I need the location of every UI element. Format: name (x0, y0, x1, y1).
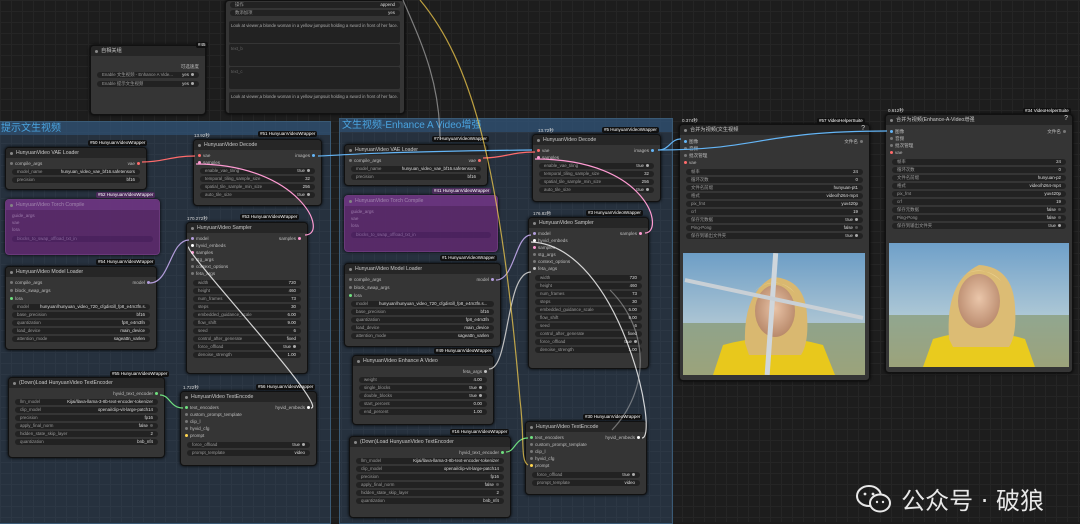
connection-wires (141, 0, 888, 466)
node-graph-canvas[interactable]: 提示文生视频 文生视频-Enhance A Video增强 自相关组 可选速度 … (0, 0, 1080, 524)
watermark-text: 公众号 · 破狼 (901, 487, 1044, 515)
watermark: 公众号 · 破狼 (855, 481, 1044, 516)
wechat-icon (856, 484, 892, 512)
